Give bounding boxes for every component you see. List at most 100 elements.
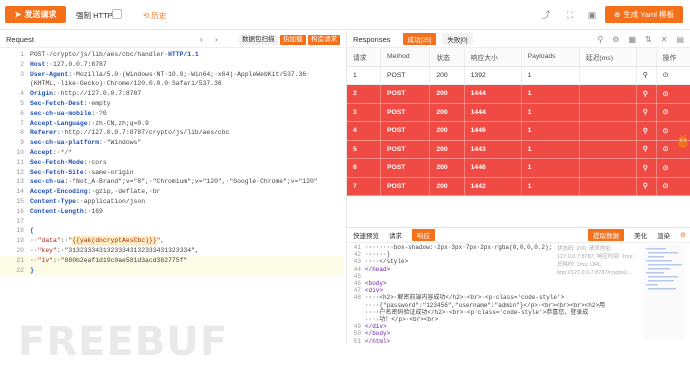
response-row[interactable]: 3 POST 200 1444 1 ⚲ ⊙ [347,103,690,122]
table-icon[interactable]: ▦ [628,35,636,44]
table-cell: POST [380,158,431,178]
detail-icon[interactable]: ⚲ [636,103,657,122]
response-row[interactable]: 7 POST 200 1442 1 ⚲ ⊙ [347,177,690,196]
open-icon[interactable]: ⊙ [656,84,690,104]
column-header[interactable]: 请求 [347,48,381,67]
column-header[interactable]: 延迟(ms) [579,48,637,67]
code-token: "key" [37,247,57,254]
code-line: 19 ·· "data":·" {{yak(dncryptAesCbc)}} ", [0,236,344,246]
line-number: 42 [353,251,361,259]
history-label: 历史 [151,11,167,20]
detail-icon[interactable]: ⚲ [636,177,657,196]
request-editor[interactable]: 1 POST·/crypto/js/lib/aes/cbc/handler· HTT… [0,48,344,344]
table-cell: 200 [429,66,465,85]
line-number: 10 [16,149,24,156]
settings-icon[interactable]: ⚙ [612,35,619,44]
filter-icon[interactable]: ⚲ [597,35,603,44]
line-number: 44 [353,265,361,273]
close-icon[interactable]: ✕ [661,35,668,44]
table-cell: 1442 [464,177,522,196]
packet-scan-button[interactable]: 数据包扫描 [239,35,278,45]
sort-icon[interactable]: ⇅ [645,35,652,44]
code-token: :·zh-CN,zh;q=0.9 [87,119,149,127]
send-icon: ➤ [14,10,22,19]
line-number: 17 [16,217,24,225]
line-number: 2 [20,60,24,68]
response-row[interactable]: 1 POST 200 1392 1 ⚲ ⊙ [347,66,690,85]
open-icon[interactable]: ⊙ [656,66,690,85]
line-number: 12 [16,168,24,176]
tab-success[interactable]: 成功[25] [402,33,437,45]
tab-request[interactable]: 请求 [389,230,402,240]
code-line: 7 Accept-Language:·zh-CN,zh;q=0.9 [0,119,344,129]
response-code-line: 45 [347,273,690,280]
response-row[interactable]: 4 POST 200 1446 1 ⚲ ⊙ [347,121,690,141]
code-token: </head> [365,265,391,273]
generate-yaml-button[interactable]: ⊕ 生成 Yaml 模板 [605,6,683,23]
line-number: 7 [20,119,24,127]
response-row[interactable]: 6 POST 200 1446 1 ⚲ ⊙ [347,158,690,178]
prev-arrow-icon[interactable]: ‹ [200,35,203,44]
send-request-button[interactable]: ➤ 发送请求 [5,6,66,23]
column-header[interactable]: 状态 [429,48,465,67]
column-header[interactable]: 操作 [656,48,690,67]
detail-icon[interactable]: ⚲ [636,84,657,104]
code-token: ····<h2>·解密前端内容成功</h2>·<br>·<p·class='co… [365,294,565,302]
code-token: ····户名密码验证成功</h2>·<br>·<p·class='code-st… [365,308,589,316]
tab-fail[interactable]: 失败[0] [442,33,473,45]
next-arrow-icon[interactable]: › [215,35,218,44]
detail-icon[interactable]: ⚲ [636,121,657,141]
table-cell: POST [380,84,431,104]
history-button[interactable]: ⟲ 历史 [143,10,166,21]
table-cell [579,103,637,122]
code-token: } [30,266,34,274]
table-cell: POST [380,121,431,141]
render-button[interactable]: 渲染 [657,230,670,240]
response-code-line: 42 ······} [347,251,690,258]
column-header[interactable]: Payloads [521,48,580,67]
open-icon[interactable]: ⊙ [656,103,690,122]
code-token: Host [30,60,46,68]
line-number: 47 [353,287,361,295]
code-token: { [30,227,34,235]
code-minimap[interactable] [643,245,685,340]
response-editor[interactable]: 41 ········box-shadow:·2px·3px·7px·2px·rg… [347,243,690,345]
table-cell: POST [380,66,431,85]
line-number: 43 [353,258,361,266]
open-icon[interactable]: ⊙ [656,177,690,196]
responses-panel: Responses 成功[25] 失败[0] ⚲ ⚙ ▦ ⇅ ✕ ▤ 请求 Met… [346,31,690,345]
construct-request-button[interactable]: 构造请求 [308,35,340,45]
column-header[interactable]: Method [380,48,431,67]
table-cell: 200 [429,158,465,178]
column-header[interactable] [636,48,657,67]
table-cell: 4 [347,121,381,141]
detail-icon[interactable]: ⚲ [636,66,657,85]
detail-icon[interactable]: ⚲ [636,140,657,159]
table-cell: 200 [429,103,465,122]
table-cell: POST [380,177,431,196]
code-line: 4 Origin:·http://127.0.0.7:8787 [0,89,344,99]
beautify-button[interactable]: 美化 [634,230,647,240]
response-code-line: 48 ····<h2>·解密前端内容成功</h2>·<br>·<p·class='… [347,294,690,301]
hot-load-button[interactable]: 热加载 [280,35,306,45]
code-line: 21 ·· "iv":·"880b2eaf1d19c0ae581d3acd38277… [0,255,344,266]
layout-icon[interactable]: ▣ [586,9,598,21]
extract-data-button[interactable]: 提取数据 [588,229,625,241]
detail-icon[interactable]: ⚲ [636,158,657,178]
open-icon[interactable]: ⊙ [656,158,690,178]
column-header[interactable]: 响应大小 [464,48,522,67]
response-code-line: 50 </body> [347,330,690,337]
code-token: Accept-Encoding [30,188,88,196]
line-number: 19 [16,237,24,245]
chart-icon[interactable]: ▤ [676,35,684,44]
response-row[interactable]: 2 POST 200 1444 1 ⚲ ⊙ [347,84,690,104]
tab-response[interactable]: 响应 [412,229,435,241]
code-token: User-Agent [30,70,69,78]
graph-icon[interactable]: ⛶ [564,9,576,21]
share-icon[interactable]: ⤴ [540,9,552,21]
response-row[interactable]: 5 POST 200 1443 1 ⚲ ⊙ [347,140,690,159]
gear-icon[interactable]: ⚙ [680,231,686,239]
code-token: ········box-shadow:·2px·3px·7px·2px·rgba… [365,244,553,251]
force-https-checkbox[interactable] [112,9,122,19]
table-cell [579,121,637,141]
